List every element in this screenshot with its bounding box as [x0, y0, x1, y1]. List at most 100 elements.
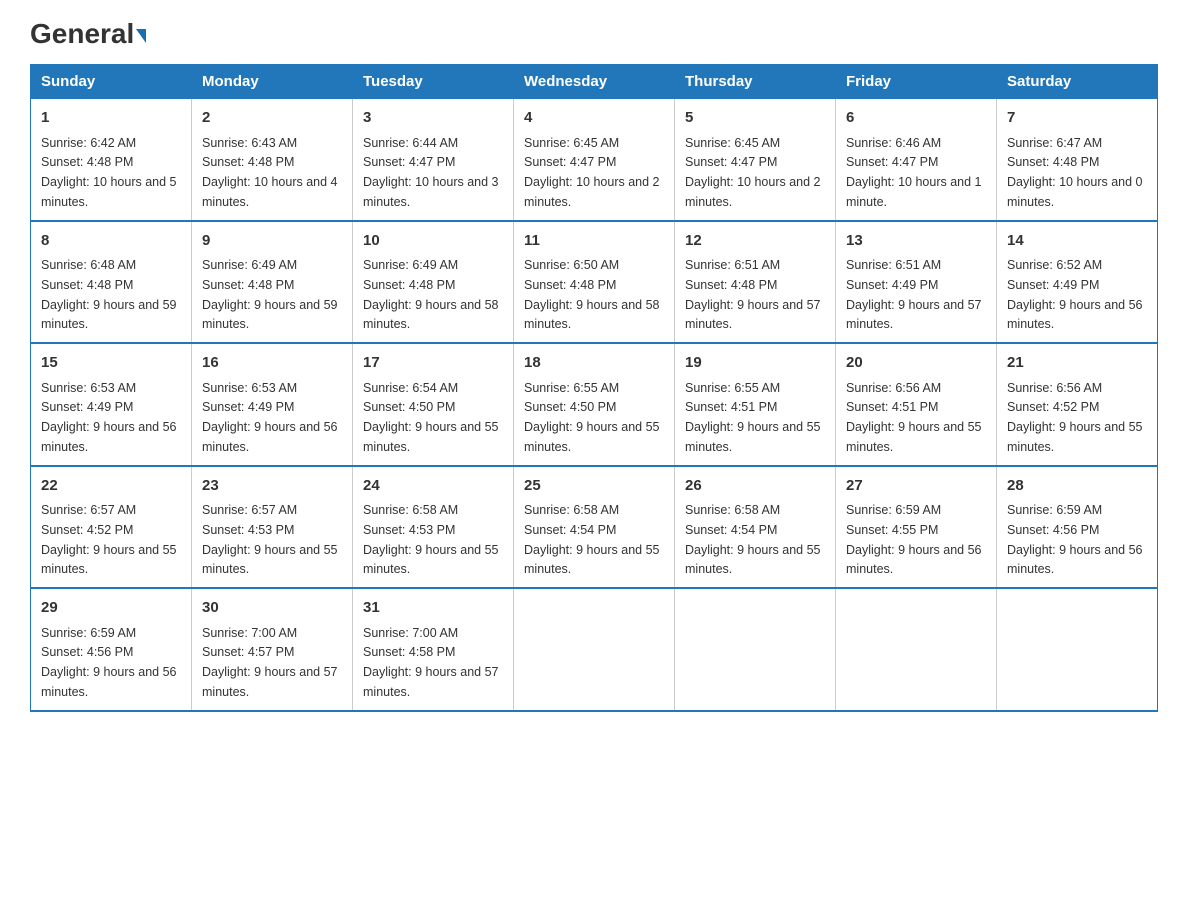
day-sunset: Sunset: 4:49 PM	[41, 400, 133, 414]
day-number: 22	[41, 475, 181, 498]
day-sunset: Sunset: 4:48 PM	[202, 155, 294, 169]
calendar-cell: 19Sunrise: 6:55 AMSunset: 4:51 PMDayligh…	[675, 343, 836, 466]
day-number: 27	[846, 475, 986, 498]
day-sunset: Sunset: 4:49 PM	[1007, 278, 1099, 292]
col-tuesday: Tuesday	[353, 65, 514, 99]
calendar-cell: 4Sunrise: 6:45 AMSunset: 4:47 PMDaylight…	[514, 99, 675, 221]
day-daylight: Daylight: 9 hours and 55 minutes.	[685, 543, 821, 577]
day-number: 15	[41, 352, 181, 375]
calendar-cell	[997, 588, 1158, 711]
day-daylight: Daylight: 9 hours and 55 minutes.	[202, 543, 338, 577]
calendar-cell: 26Sunrise: 6:58 AMSunset: 4:54 PMDayligh…	[675, 466, 836, 589]
day-sunset: Sunset: 4:57 PM	[202, 645, 294, 659]
calendar-cell: 9Sunrise: 6:49 AMSunset: 4:48 PMDaylight…	[192, 221, 353, 344]
day-sunrise: Sunrise: 6:59 AM	[846, 503, 941, 517]
calendar-cell: 12Sunrise: 6:51 AMSunset: 4:48 PMDayligh…	[675, 221, 836, 344]
calendar-cell: 8Sunrise: 6:48 AMSunset: 4:48 PMDaylight…	[31, 221, 192, 344]
calendar-cell: 28Sunrise: 6:59 AMSunset: 4:56 PMDayligh…	[997, 466, 1158, 589]
day-sunset: Sunset: 4:49 PM	[846, 278, 938, 292]
day-sunrise: Sunrise: 6:59 AM	[1007, 503, 1102, 517]
calendar-cell: 27Sunrise: 6:59 AMSunset: 4:55 PMDayligh…	[836, 466, 997, 589]
day-daylight: Daylight: 9 hours and 56 minutes.	[41, 420, 177, 454]
day-number: 13	[846, 230, 986, 253]
day-daylight: Daylight: 9 hours and 57 minutes.	[202, 665, 338, 699]
day-daylight: Daylight: 9 hours and 55 minutes.	[524, 543, 660, 577]
day-number: 26	[685, 475, 825, 498]
day-sunset: Sunset: 4:50 PM	[363, 400, 455, 414]
day-sunrise: Sunrise: 7:00 AM	[202, 626, 297, 640]
col-saturday: Saturday	[997, 65, 1158, 99]
day-sunrise: Sunrise: 6:50 AM	[524, 258, 619, 272]
day-number: 30	[202, 597, 342, 620]
calendar-week-row: 22 Sunrise: 6:57 AM Sunset: 4:52 PM Dayligh…	[31, 466, 1158, 589]
logo-triangle-icon	[136, 29, 146, 43]
page-header: General	[30, 20, 1158, 44]
day-daylight: Daylight: 10 hours and 0 minutes.	[1007, 175, 1143, 209]
logo: General	[30, 20, 146, 44]
day-sunrise: Sunrise: 6:48 AM	[41, 258, 136, 272]
day-daylight: Daylight: 9 hours and 58 minutes.	[524, 298, 660, 332]
calendar-cell: 24Sunrise: 6:58 AMSunset: 4:53 PMDayligh…	[353, 466, 514, 589]
day-sunset: Sunset: 4:48 PM	[685, 278, 777, 292]
day-daylight: Daylight: 9 hours and 58 minutes.	[363, 298, 499, 332]
calendar-cell: 23Sunrise: 6:57 AMSunset: 4:53 PMDayligh…	[192, 466, 353, 589]
day-sunset: Sunset: 4:47 PM	[363, 155, 455, 169]
day-number: 8	[41, 230, 181, 253]
day-sunset: Sunset: 4:52 PM	[1007, 400, 1099, 414]
day-daylight: Daylight: 9 hours and 56 minutes.	[846, 543, 982, 577]
day-daylight: Daylight: 9 hours and 55 minutes.	[524, 420, 660, 454]
day-number: 16	[202, 352, 342, 375]
day-number: 21	[1007, 352, 1147, 375]
day-daylight: Daylight: 9 hours and 56 minutes.	[202, 420, 338, 454]
calendar-cell: 22Sunrise: 6:57 AMSunset: 4:52 PMDayligh…	[31, 466, 192, 589]
day-sunset: Sunset: 4:54 PM	[524, 523, 616, 537]
day-number: 6	[846, 107, 986, 130]
calendar-cell	[836, 588, 997, 711]
day-sunrise: Sunrise: 6:57 AM	[202, 503, 297, 517]
col-wednesday: Wednesday	[514, 65, 675, 99]
day-number: 17	[363, 352, 503, 375]
day-sunset: Sunset: 4:56 PM	[41, 645, 133, 659]
day-sunset: Sunset: 4:48 PM	[363, 278, 455, 292]
day-sunset: Sunset: 4:58 PM	[363, 645, 455, 659]
day-sunrise: Sunrise: 6:58 AM	[685, 503, 780, 517]
calendar-cell: 7Sunrise: 6:47 AMSunset: 4:48 PMDaylight…	[997, 99, 1158, 221]
day-daylight: Daylight: 9 hours and 55 minutes.	[363, 420, 499, 454]
calendar-cell: 18Sunrise: 6:55 AMSunset: 4:50 PMDayligh…	[514, 343, 675, 466]
day-daylight: Daylight: 9 hours and 59 minutes.	[202, 298, 338, 332]
day-daylight: Daylight: 9 hours and 56 minutes.	[1007, 543, 1143, 577]
day-number: 3	[363, 107, 503, 130]
day-sunset: Sunset: 4:48 PM	[524, 278, 616, 292]
calendar-cell: 14Sunrise: 6:52 AMSunset: 4:49 PMDayligh…	[997, 221, 1158, 344]
day-sunrise: Sunrise: 6:55 AM	[685, 381, 780, 395]
day-sunset: Sunset: 4:47 PM	[524, 155, 616, 169]
calendar-cell: 21Sunrise: 6:56 AMSunset: 4:52 PMDayligh…	[997, 343, 1158, 466]
day-number: 1	[41, 107, 181, 130]
day-daylight: Daylight: 9 hours and 57 minutes.	[363, 665, 499, 699]
calendar-cell: 20Sunrise: 6:56 AMSunset: 4:51 PMDayligh…	[836, 343, 997, 466]
day-daylight: Daylight: 9 hours and 55 minutes.	[685, 420, 821, 454]
day-sunrise: Sunrise: 6:56 AM	[846, 381, 941, 395]
day-sunrise: Sunrise: 6:44 AM	[363, 136, 458, 150]
calendar-table: Sunday Monday Tuesday Wednesday Thursday…	[30, 64, 1158, 712]
day-sunrise: Sunrise: 6:55 AM	[524, 381, 619, 395]
day-sunrise: Sunrise: 6:57 AM	[41, 503, 136, 517]
day-sunrise: Sunrise: 6:45 AM	[524, 136, 619, 150]
day-sunrise: Sunrise: 6:45 AM	[685, 136, 780, 150]
day-number: 20	[846, 352, 986, 375]
day-sunrise: Sunrise: 6:43 AM	[202, 136, 297, 150]
day-sunset: Sunset: 4:49 PM	[202, 400, 294, 414]
day-sunrise: Sunrise: 6:47 AM	[1007, 136, 1102, 150]
day-daylight: Daylight: 9 hours and 55 minutes.	[363, 543, 499, 577]
day-number: 9	[202, 230, 342, 253]
day-sunrise: Sunrise: 6:42 AM	[41, 136, 136, 150]
day-sunrise: Sunrise: 6:46 AM	[846, 136, 941, 150]
calendar-header-row: Sunday Monday Tuesday Wednesday Thursday…	[31, 65, 1158, 99]
calendar-cell	[675, 588, 836, 711]
calendar-cell: 13Sunrise: 6:51 AMSunset: 4:49 PMDayligh…	[836, 221, 997, 344]
calendar-cell: 31Sunrise: 7:00 AMSunset: 4:58 PMDayligh…	[353, 588, 514, 711]
day-sunset: Sunset: 4:52 PM	[41, 523, 133, 537]
day-daylight: Daylight: 9 hours and 56 minutes.	[41, 665, 177, 699]
col-monday: Monday	[192, 65, 353, 99]
calendar-cell: 1Sunrise: 6:42 AMSunset: 4:48 PMDaylight…	[31, 99, 192, 221]
